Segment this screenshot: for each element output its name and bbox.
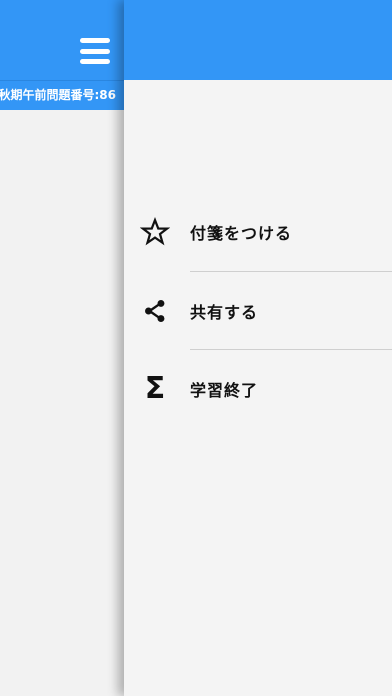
question-number-bar: 平成22年度秋期午前問題番号:86: [0, 80, 124, 110]
menu-bar: [80, 59, 110, 64]
share-icon: [140, 296, 170, 326]
menu-item-label: 学習終了: [190, 381, 259, 400]
menu-item-bookmark[interactable]: 付箋をつける: [124, 193, 392, 271]
main-header: [0, 0, 124, 80]
question-number-text: 平成22年度秋期午前問題番号:86: [0, 88, 116, 102]
sigma-glyph: Σ: [144, 371, 166, 406]
menu-item-label: 付箋をつける: [190, 224, 293, 243]
drawer-header: [124, 0, 392, 80]
sigma-icon: Σ: [140, 374, 170, 404]
menu-item-label: 共有する: [190, 303, 259, 322]
hamburger-menu-icon[interactable]: [80, 38, 110, 64]
menu-bar: [80, 48, 110, 54]
menu-bar: [80, 38, 110, 43]
menu-item-share[interactable]: 共有する: [124, 272, 392, 350]
star-outline-icon: [140, 217, 170, 247]
main-page: 平成22年度秋期午前問題番号:86: [0, 0, 124, 696]
side-drawer: 付箋をつける 共有する Σ 学習終了: [124, 0, 392, 696]
menu-item-finish-study[interactable]: Σ 学習終了: [124, 350, 392, 428]
